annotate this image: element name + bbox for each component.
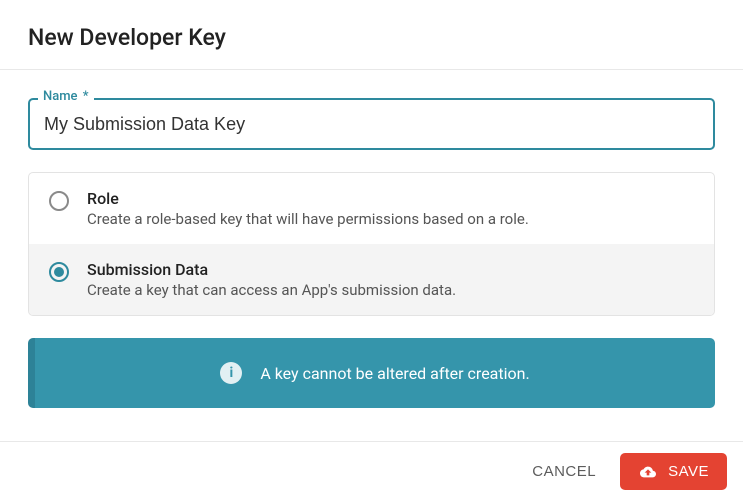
role-option-text: Role Create a role-based key that will h… [87,189,694,228]
role-option[interactable]: Role Create a role-based key that will h… [29,173,714,244]
role-option-title: Role [87,189,694,208]
save-button[interactable]: SAVE [620,453,727,490]
role-option-desc: Create a role-based key that will have p… [87,210,694,228]
save-button-label: SAVE [668,463,709,480]
dialog-body: Name * Role Create a role-based key that… [0,70,743,408]
name-label: Name * [38,89,94,104]
cancel-button[interactable]: CANCEL [526,455,602,488]
dialog-title: New Developer Key [28,24,715,51]
submission-option-desc: Create a key that can access an App's su… [87,281,694,299]
key-type-radio-group: Role Create a role-based key that will h… [28,172,715,316]
radio-unchecked-icon [49,191,69,211]
info-icon: i [220,362,242,384]
submission-option-title: Submission Data [87,260,694,279]
dialog-footer: CANCEL SAVE [0,441,743,501]
info-banner-text: A key cannot be altered after creation. [260,364,529,383]
dialog-header: New Developer Key [0,0,743,70]
submission-option-text: Submission Data Create a key that can ac… [87,260,694,299]
info-banner: i A key cannot be altered after creation… [28,338,715,408]
radio-dot [54,267,64,277]
name-field: Name * [28,98,715,150]
name-input[interactable] [28,98,715,150]
name-label-text: Name [43,89,78,104]
required-indicator: * [83,89,89,104]
submission-data-option[interactable]: Submission Data Create a key that can ac… [29,244,714,315]
cloud-upload-icon [638,464,658,480]
radio-checked-icon [49,262,69,282]
